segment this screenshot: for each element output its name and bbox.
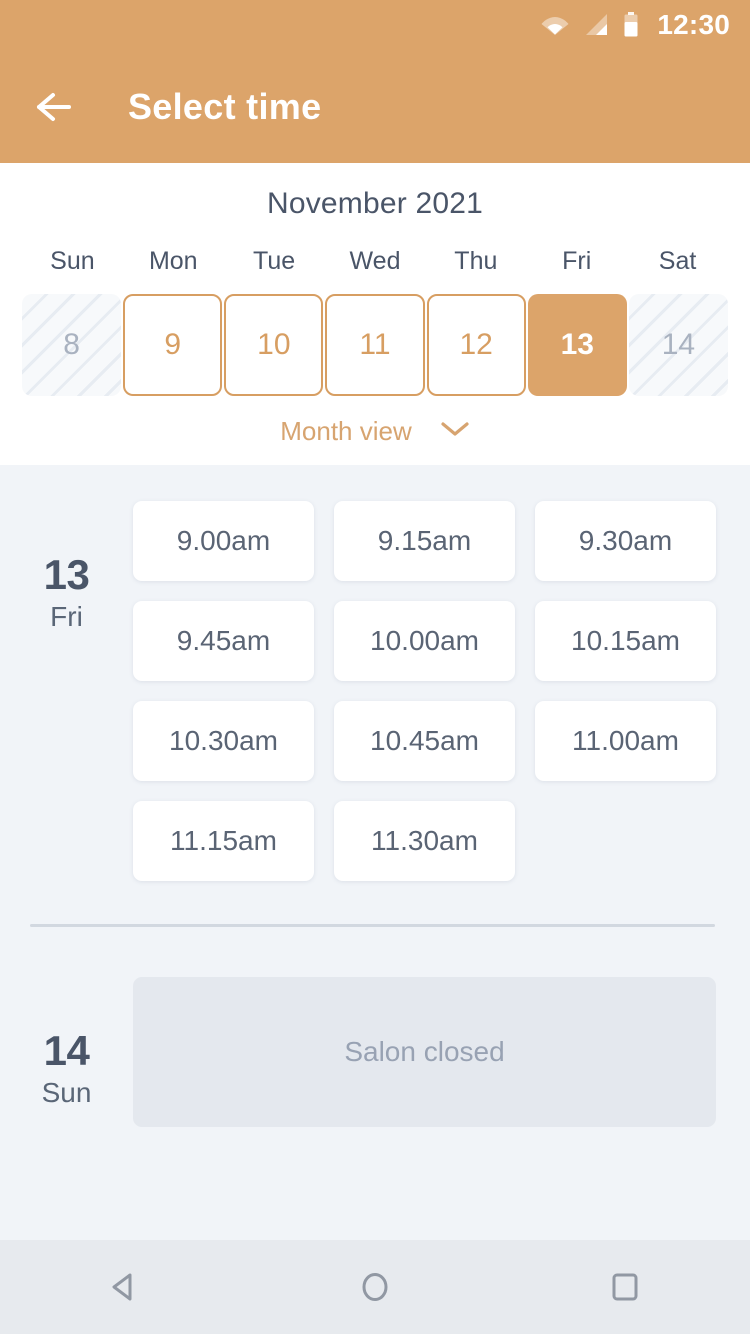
schedule-area: 13 Fri 9.00am 9.15am 9.30am 9.45am 10.00… <box>0 465 750 1127</box>
time-slot[interactable]: 10.45am <box>334 701 515 781</box>
calendar-day-13[interactable]: 13 <box>527 294 627 396</box>
app-bar: Select time <box>0 50 750 163</box>
status-bar-clock: 12:30 <box>657 9 730 40</box>
weekday-tue: Tue <box>253 247 296 275</box>
nav-home-button[interactable] <box>330 1242 420 1332</box>
time-slot[interactable]: 10.30am <box>133 701 314 781</box>
arrow-left-icon <box>37 92 71 121</box>
calendar-day-9[interactable]: 9 <box>123 294 223 396</box>
time-slot-grid: 9.00am 9.15am 9.30am 9.45am 10.00am 10.1… <box>133 501 720 881</box>
salon-closed-banner: Salon closed <box>133 977 716 1127</box>
calendar-days-row: 8 9 10 11 12 13 14 <box>0 294 750 396</box>
calendar-day-12[interactable]: 12 <box>426 294 526 396</box>
recents-square-icon <box>612 1273 638 1301</box>
schedule-day-13: 13 Fri 9.00am 9.15am 9.30am 9.45am 10.00… <box>0 501 750 881</box>
wifi-icon <box>541 13 569 37</box>
schedule-day-14-number: 14 <box>43 1027 90 1074</box>
calendar-day-10[interactable]: 10 <box>224 294 324 396</box>
time-slot[interactable]: 11.15am <box>133 801 314 881</box>
weekday-thu: Thu <box>454 247 498 275</box>
home-circle-icon <box>362 1273 388 1301</box>
time-slot[interactable]: 11.30am <box>334 801 515 881</box>
schedule-day-13-label: 13 Fri <box>0 501 133 881</box>
schedule-day-13-name: Fri <box>50 601 83 633</box>
schedule-day-13-number: 13 <box>43 551 90 598</box>
status-bar: 12:30 <box>0 0 750 50</box>
weekday-fri: Fri <box>562 247 592 275</box>
time-slot[interactable]: 9.15am <box>334 501 515 581</box>
back-button[interactable] <box>30 81 82 133</box>
chevron-down-icon <box>440 420 470 443</box>
schedule-day-14-name: Sun <box>41 1077 92 1109</box>
back-triangle-icon <box>112 1273 132 1301</box>
android-navigation-bar <box>0 1240 750 1334</box>
time-slot[interactable]: 10.00am <box>334 601 515 681</box>
section-divider <box>30 924 715 927</box>
calendar-card: November 2021 Sun Mon Tue Wed Thu Fri Sa… <box>0 163 750 465</box>
time-slot[interactable]: 10.15am <box>535 601 716 681</box>
battery-icon <box>623 12 639 38</box>
schedule-day-14: 14 Sun Salon closed <box>0 977 750 1127</box>
calendar-day-14: 14 <box>628 294 728 396</box>
time-slot[interactable]: 11.00am <box>535 701 716 781</box>
month-view-label: Month view <box>280 416 412 446</box>
time-slot[interactable]: 9.30am <box>535 501 716 581</box>
page-title: Select time <box>128 85 322 127</box>
weekday-sat: Sat <box>658 247 697 275</box>
weekday-wed: Wed <box>349 247 401 275</box>
calendar-month-label: November 2021 <box>266 187 484 220</box>
nav-recents-button[interactable] <box>580 1242 670 1332</box>
calendar-day-8: 8 <box>22 294 122 396</box>
month-view-toggle[interactable]: Month view <box>0 416 750 447</box>
schedule-day-14-label: 14 Sun <box>0 977 133 1127</box>
time-slot[interactable]: 9.45am <box>133 601 314 681</box>
calendar-day-11[interactable]: 11 <box>325 294 425 396</box>
cellular-signal-icon <box>583 13 609 37</box>
weekday-header-row: Sun Mon Tue Wed Thu Fri Sat <box>0 247 750 276</box>
nav-back-button[interactable] <box>80 1242 170 1332</box>
weekday-sun: Sun <box>50 247 95 275</box>
weekday-mon: Mon <box>148 247 198 275</box>
time-slot[interactable]: 9.00am <box>133 501 314 581</box>
